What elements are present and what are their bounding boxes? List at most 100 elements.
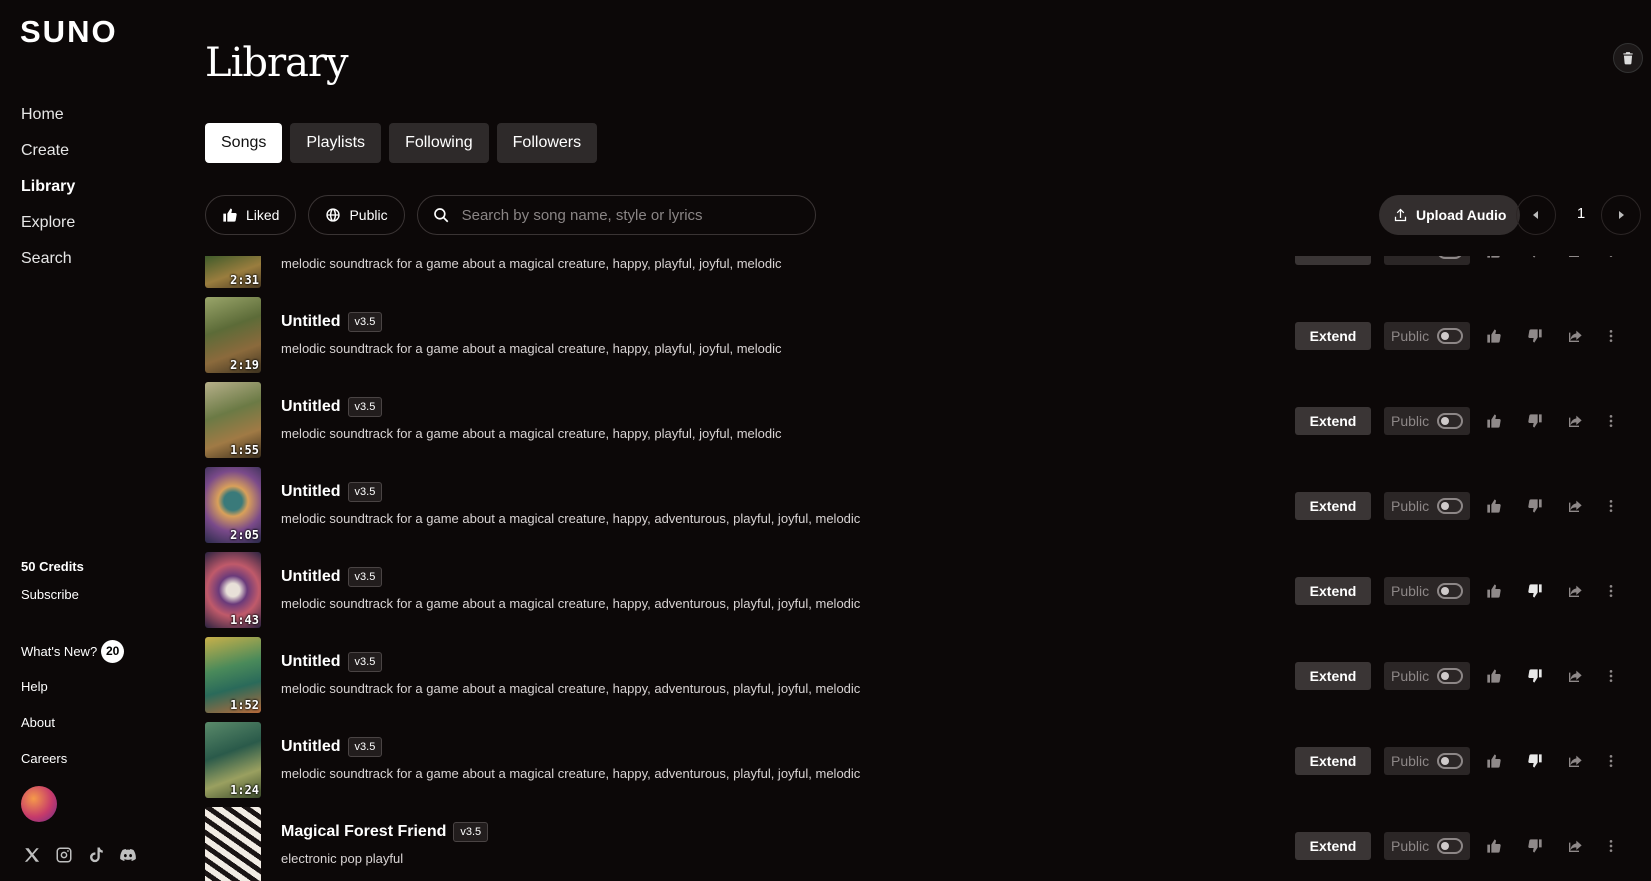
song-cover[interactable]: 2:19	[205, 297, 261, 373]
song-title[interactable]: Untitled v3.5	[281, 397, 383, 417]
tab-playlists[interactable]: Playlists	[290, 123, 382, 163]
extend-button[interactable]: Extend	[1295, 407, 1371, 435]
more-options-button[interactable]	[1603, 498, 1619, 514]
song-cover[interactable]	[205, 807, 261, 881]
share-button[interactable]	[1567, 753, 1583, 769]
like-button[interactable]	[1486, 583, 1502, 599]
more-options-button[interactable]	[1603, 256, 1619, 259]
song-list-viewport[interactable]: 2:31 Untitled v3.5 melodic soundtrack fo…	[0, 256, 1651, 881]
song-cover[interactable]: 1:24	[205, 722, 261, 798]
song-row[interactable]: 1:24 Untitled v3.5 melodic soundtrack fo…	[0, 717, 1651, 802]
next-page-button[interactable]	[1601, 195, 1641, 235]
song-cover[interactable]: 2:31	[205, 256, 261, 288]
song-row[interactable]: 2:05 Untitled v3.5 melodic soundtrack fo…	[0, 462, 1651, 547]
dislike-button[interactable]	[1527, 498, 1543, 514]
like-button[interactable]	[1486, 838, 1502, 854]
dislike-button[interactable]	[1527, 413, 1543, 429]
like-button[interactable]	[1486, 498, 1502, 514]
tab-songs[interactable]: Songs	[205, 123, 283, 163]
public-toggle[interactable]: Public	[1384, 747, 1470, 775]
share-icon	[1569, 415, 1582, 427]
more-options-button[interactable]	[1603, 583, 1619, 599]
share-button[interactable]	[1567, 838, 1583, 854]
tab-followers[interactable]: Followers	[496, 123, 598, 163]
share-button[interactable]	[1567, 498, 1583, 514]
share-button[interactable]	[1567, 256, 1583, 259]
extend-button[interactable]: Extend	[1295, 747, 1371, 775]
share-button[interactable]	[1567, 583, 1583, 599]
song-title[interactable]: Untitled v3.5	[281, 312, 383, 332]
song-title[interactable]: Untitled v3.5	[281, 482, 383, 502]
share-button[interactable]	[1567, 668, 1583, 684]
public-filter-button[interactable]: Public	[308, 195, 405, 235]
toggle-switch[interactable]	[1437, 498, 1463, 514]
toggle-switch[interactable]	[1437, 838, 1463, 854]
extend-button[interactable]: Extend	[1295, 322, 1371, 350]
song-title[interactable]: Untitled v3.5	[281, 737, 383, 757]
dislike-button[interactable]	[1527, 668, 1543, 684]
public-toggle[interactable]: Public	[1384, 322, 1470, 350]
dislike-button[interactable]	[1527, 583, 1543, 599]
song-title[interactable]: Untitled v3.5	[281, 567, 383, 587]
song-row[interactable]: 2:31 Untitled v3.5 melodic soundtrack fo…	[0, 256, 1651, 292]
public-toggle[interactable]: Public	[1384, 577, 1470, 605]
more-options-button[interactable]	[1603, 838, 1619, 854]
public-toggle[interactable]: Public	[1384, 492, 1470, 520]
toggle-switch[interactable]	[1437, 583, 1463, 599]
extend-button[interactable]: Extend	[1295, 256, 1371, 265]
like-button[interactable]	[1486, 413, 1502, 429]
suno-logo[interactable]: SUNO	[20, 14, 118, 50]
song-cover[interactable]: 1:52	[205, 637, 261, 713]
share-button[interactable]	[1567, 328, 1583, 344]
song-cover[interactable]: 1:55	[205, 382, 261, 458]
song-title-text: Untitled	[281, 483, 341, 500]
more-options-button[interactable]	[1603, 328, 1619, 344]
dislike-button[interactable]	[1527, 328, 1543, 344]
song-row[interactable]: 1:43 Untitled v3.5 melodic soundtrack fo…	[0, 547, 1651, 632]
song-title[interactable]: Untitled v3.5	[281, 652, 383, 672]
dislike-button[interactable]	[1527, 256, 1543, 259]
song-row[interactable]: 1:52 Untitled v3.5 melodic soundtrack fo…	[0, 632, 1651, 717]
upload-audio-button[interactable]: Upload Audio	[1379, 195, 1521, 235]
song-style: melodic soundtrack for a game about a ma…	[281, 766, 861, 781]
nav-create[interactable]: Create	[21, 140, 75, 176]
public-toggle[interactable]: Public	[1384, 256, 1470, 265]
tab-following[interactable]: Following	[389, 123, 489, 163]
nav-library[interactable]: Library	[21, 176, 75, 212]
nav-explore[interactable]: Explore	[21, 212, 75, 248]
like-button[interactable]	[1486, 256, 1502, 259]
song-row[interactable]: Magical Forest Friend v3.5 electronic po…	[0, 802, 1651, 881]
song-title[interactable]: Magical Forest Friend v3.5	[281, 822, 489, 842]
prev-page-button[interactable]	[1516, 195, 1556, 235]
song-cover[interactable]: 1:43	[205, 552, 261, 628]
toggle-switch[interactable]	[1437, 413, 1463, 429]
like-button[interactable]	[1486, 753, 1502, 769]
liked-filter-button[interactable]: Liked	[205, 195, 297, 235]
extend-button[interactable]: Extend	[1295, 662, 1371, 690]
extend-button[interactable]: Extend	[1295, 832, 1371, 860]
like-button[interactable]	[1486, 328, 1502, 344]
public-toggle[interactable]: Public	[1384, 832, 1470, 860]
toggle-switch[interactable]	[1437, 328, 1463, 344]
search-input[interactable]	[461, 206, 792, 224]
extend-button[interactable]: Extend	[1295, 577, 1371, 605]
more-options-button[interactable]	[1603, 413, 1619, 429]
library-tabs: Songs Playlists Following Followers	[205, 123, 598, 163]
share-button[interactable]	[1567, 413, 1583, 429]
nav-home[interactable]: Home	[21, 104, 75, 140]
song-row[interactable]: 1:55 Untitled v3.5 melodic soundtrack fo…	[0, 377, 1651, 462]
trash-button[interactable]	[1613, 43, 1643, 73]
song-cover[interactable]: 2:05	[205, 467, 261, 543]
toggle-switch[interactable]	[1437, 753, 1463, 769]
toggle-switch[interactable]	[1437, 668, 1463, 684]
song-row[interactable]: 2:19 Untitled v3.5 melodic soundtrack fo…	[0, 292, 1651, 377]
public-toggle[interactable]: Public	[1384, 662, 1470, 690]
more-options-button[interactable]	[1603, 668, 1619, 684]
dislike-button[interactable]	[1527, 753, 1543, 769]
public-toggle[interactable]: Public	[1384, 407, 1470, 435]
more-options-button[interactable]	[1603, 753, 1619, 769]
dislike-button[interactable]	[1527, 838, 1543, 854]
extend-button[interactable]: Extend	[1295, 492, 1371, 520]
like-button[interactable]	[1486, 668, 1502, 684]
toggle-switch[interactable]	[1437, 256, 1463, 259]
